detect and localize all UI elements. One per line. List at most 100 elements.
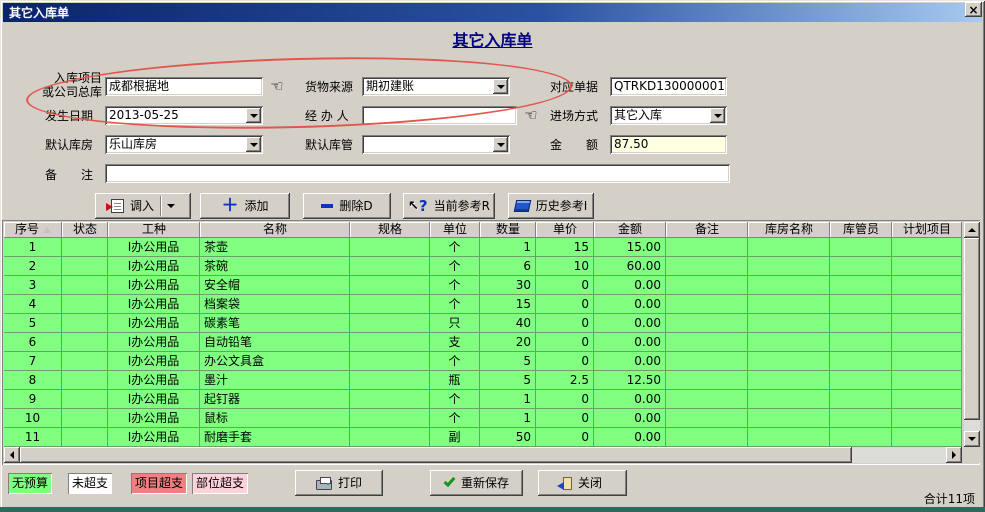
table-cell[interactable]: 2 [4,257,62,276]
table-cell[interactable]: I办公用品 [108,371,200,390]
header-cell[interactable]: 状态 [62,222,108,238]
table-cell[interactable]: 0 [536,390,594,409]
header-cell[interactable]: 单位 [430,222,480,238]
table-cell[interactable] [666,352,748,371]
table-cell[interactable]: I办公用品 [108,352,200,371]
table-cell[interactable]: I办公用品 [108,257,200,276]
table-cell[interactable]: 茶碗 [200,257,350,276]
table-row[interactable]: 10I办公用品鼠标个100.00 [4,409,962,428]
header-cell[interactable]: 工种 [108,222,200,238]
table-cell[interactable]: 起钉器 [200,390,350,409]
chevron-down-icon[interactable] [167,204,175,208]
table-cell[interactable]: 0 [536,314,594,333]
header-cell[interactable]: 库房名称 [748,222,830,238]
table-cell[interactable] [830,295,892,314]
table-cell[interactable] [350,238,430,257]
table-cell[interactable]: 10 [536,257,594,276]
table-cell[interactable]: 15 [536,238,594,257]
table-cell[interactable]: 0.00 [594,295,666,314]
table-cell[interactable] [892,409,962,428]
table-cell[interactable]: 9 [4,390,62,409]
table-cell[interactable] [830,276,892,295]
table-cell[interactable] [350,409,430,428]
table-cell[interactable]: 1 [480,390,536,409]
table-cell[interactable] [748,295,830,314]
table-cell[interactable]: 0 [536,333,594,352]
table-cell[interactable] [830,390,892,409]
table-cell[interactable] [830,428,892,447]
table-cell[interactable]: 7 [4,352,62,371]
header-cell[interactable]: 计划项目 [892,222,962,238]
horizontal-scrollbar[interactable] [4,447,962,463]
table-cell[interactable] [350,390,430,409]
scroll-down-icon[interactable] [964,431,980,447]
table-cell[interactable]: 11 [4,428,62,447]
table-cell[interactable] [830,409,892,428]
table-cell[interactable] [350,352,430,371]
table-cell[interactable] [830,257,892,276]
table-cell[interactable]: 个 [430,276,480,295]
table-cell[interactable] [748,333,830,352]
table-cell[interactable] [748,390,830,409]
table-cell[interactable]: 12.50 [594,371,666,390]
table-cell[interactable]: I办公用品 [108,409,200,428]
table-cell[interactable] [830,314,892,333]
table-cell[interactable]: I办公用品 [108,295,200,314]
table-cell[interactable] [350,295,430,314]
horizontal-scrollbar-thumb[interactable] [20,447,852,463]
delete-button[interactable]: 删除D [303,193,391,219]
table-row[interactable]: 4I办公用品档案袋个1500.00 [4,295,962,314]
table-row[interactable]: 5I办公用品碳素笔只4000.00 [4,314,962,333]
table-row[interactable]: 1I办公用品茶壶个11515.00 [4,238,962,257]
table-cell[interactable]: 1 [4,238,62,257]
close-icon[interactable]: × [965,2,982,17]
table-cell[interactable]: 1 [480,409,536,428]
table-cell[interactable] [748,371,830,390]
table-cell[interactable] [748,314,830,333]
keeper-combobox[interactable] [362,135,510,154]
scroll-left-icon[interactable] [4,447,20,463]
table-cell[interactable]: 2.5 [536,371,594,390]
table-cell[interactable]: 茶壶 [200,238,350,257]
table-cell[interactable]: 个 [430,257,480,276]
table-cell[interactable] [62,295,108,314]
table-cell[interactable]: 4 [4,295,62,314]
table-cell[interactable]: 0 [536,295,594,314]
table-cell[interactable]: 耐磨手套 [200,428,350,447]
table-cell[interactable] [666,295,748,314]
table-cell[interactable]: 30 [480,276,536,295]
table-cell[interactable] [830,238,892,257]
table-cell[interactable] [62,257,108,276]
table-cell[interactable] [62,333,108,352]
table-cell[interactable] [748,428,830,447]
table-cell[interactable]: 办公文具盒 [200,352,350,371]
current-ref-button[interactable]: ↖? 当前参考R [403,193,495,219]
chevron-down-icon[interactable] [493,79,508,94]
table-cell[interactable]: 15.00 [594,238,666,257]
hand-picker-icon[interactable]: ☜ [266,78,288,95]
vertical-scrollbar-thumb[interactable] [964,238,980,420]
table-cell[interactable] [62,371,108,390]
table-cell[interactable]: 0 [536,352,594,371]
table-cell[interactable] [748,409,830,428]
table-cell[interactable]: 支 [430,333,480,352]
table-cell[interactable]: 0 [536,276,594,295]
table-row[interactable]: 2I办公用品茶碗个61060.00 [4,257,962,276]
table-cell[interactable] [892,352,962,371]
table-cell[interactable]: 个 [430,409,480,428]
table-row[interactable]: 3I办公用品安全帽个3000.00 [4,276,962,295]
table-cell[interactable] [830,352,892,371]
chevron-down-icon[interactable] [493,137,508,152]
chevron-down-icon[interactable] [710,108,725,123]
resave-button[interactable]: 重新保存 [430,470,523,496]
table-cell[interactable]: 50 [480,428,536,447]
table-cell[interactable] [62,314,108,333]
table-cell[interactable] [892,276,962,295]
table-cell[interactable] [350,257,430,276]
table-cell[interactable] [748,276,830,295]
table-cell[interactable] [892,333,962,352]
table-cell[interactable] [892,314,962,333]
table-cell[interactable]: 0.00 [594,314,666,333]
remark-input[interactable] [105,164,730,183]
scroll-up-icon[interactable] [964,222,980,238]
